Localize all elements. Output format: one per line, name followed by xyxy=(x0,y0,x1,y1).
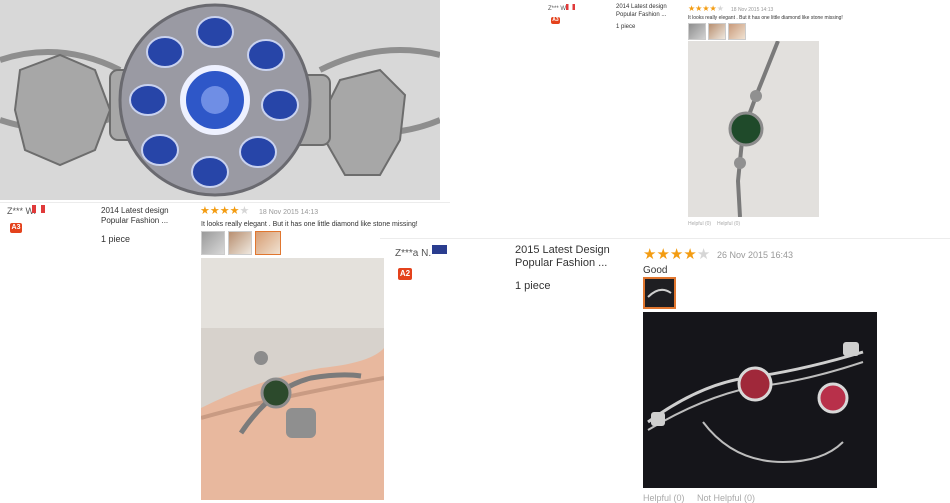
review-thumbnail[interactable] xyxy=(643,277,676,309)
review-photo-necklace[interactable] xyxy=(643,312,877,488)
order-quantity: 1 piece xyxy=(616,24,636,30)
reviewer-name: Z*** W. xyxy=(548,6,568,12)
review-thumbnail[interactable] xyxy=(201,231,225,255)
thumbnail-necklace-illustration xyxy=(647,288,672,298)
green-bracelet-illustration xyxy=(688,41,819,217)
star-icon: ★ xyxy=(229,205,240,217)
buyer-level-badge: A3 xyxy=(10,223,22,233)
product-title-line1[interactable]: 2014 Latest design xyxy=(101,206,169,215)
review-date: 26 Nov 2015 16:43 xyxy=(717,250,794,260)
review-thumbnail[interactable] xyxy=(688,23,706,40)
review-text: Good xyxy=(643,265,668,276)
rating-stars: ★★★★★ xyxy=(643,245,710,263)
rating-stars: ★★★★★ xyxy=(200,204,249,217)
canada-flag-icon xyxy=(566,4,575,10)
review-thumbnail[interactable] xyxy=(255,231,281,255)
review-thumbnail[interactable] xyxy=(228,231,252,255)
necklace-illustration xyxy=(643,312,877,488)
product-title-line1[interactable]: 2015 Latest Design xyxy=(515,244,610,256)
product-photo-blue-bracelet xyxy=(0,0,440,200)
star-icon: ★ xyxy=(209,205,220,217)
buyer-level-badge: A2 xyxy=(398,268,412,280)
reviewer-name: Z***a N. xyxy=(395,248,432,259)
helpful-button[interactable]: Helpful (0) xyxy=(688,221,711,227)
product-title-line1[interactable]: 2014 Latest design xyxy=(616,4,667,10)
product-title-line2[interactable]: Popular Fashion ... xyxy=(515,257,607,269)
star-icon: ★ xyxy=(200,205,210,217)
review-date: 18 Nov 2015 14:13 xyxy=(731,7,774,13)
wrist-bracelet-illustration xyxy=(201,258,384,500)
not-helpful-button[interactable]: Helpful (0) xyxy=(717,221,740,227)
not-helpful-button[interactable]: Not Helpful (0) xyxy=(697,493,755,503)
star-icon: ★ xyxy=(702,4,710,13)
product-title-line2[interactable]: Popular Fashion ... xyxy=(101,216,168,225)
review-text: It looks really elegant . But it has one… xyxy=(688,15,843,21)
star-empty-icon: ★ xyxy=(696,246,711,263)
order-quantity: 1 piece xyxy=(101,234,131,244)
review-thumbnail[interactable] xyxy=(728,23,746,40)
blue-bracelet-illustration xyxy=(0,0,440,200)
star-icon: ★ xyxy=(219,205,230,217)
star-icon: ★ xyxy=(695,4,703,13)
order-quantity: 1 piece xyxy=(515,280,551,292)
australia-flag-icon xyxy=(432,245,447,254)
canada-flag-icon xyxy=(32,205,45,213)
review-thumbnail[interactable] xyxy=(708,23,726,40)
star-icon: ★ xyxy=(656,246,670,263)
review-photo-green-bracelet[interactable] xyxy=(688,41,819,217)
product-title-line2[interactable]: Popular Fashion ... xyxy=(616,12,666,18)
star-icon: ★ xyxy=(643,246,657,263)
helpful-button[interactable]: Helpful (0) xyxy=(643,493,685,503)
star-empty-icon: ★ xyxy=(716,4,724,13)
review-photo-wrist[interactable] xyxy=(201,258,384,500)
star-icon: ★ xyxy=(683,246,697,263)
star-icon: ★ xyxy=(688,4,696,13)
star-empty-icon: ★ xyxy=(239,205,250,217)
rating-stars: ★★★★★ xyxy=(688,4,724,13)
star-icon: ★ xyxy=(669,246,684,263)
buyer-level-badge: A3 xyxy=(551,17,560,24)
star-icon: ★ xyxy=(709,4,717,13)
review-text: It looks really elegant . But it has one… xyxy=(201,221,418,228)
review-date: 18 Nov 2015 14:13 xyxy=(259,209,319,216)
